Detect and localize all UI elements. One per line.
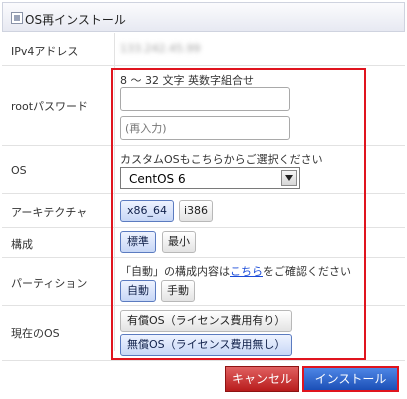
current-os-option-paid[interactable]: 有償OS（ライセンス費用有り） xyxy=(120,310,292,332)
configuration-label: 構成 xyxy=(11,238,33,251)
dialog-title: OS再インストール xyxy=(25,13,126,27)
ipv4-label: IPv4アドレス xyxy=(11,45,79,58)
root-password-confirm-input[interactable] xyxy=(120,116,290,140)
partition-hint-suffix: をご確認ください xyxy=(263,265,351,278)
config-option-minimal[interactable]: 最小 xyxy=(162,231,196,253)
ipv4-value: 133.242.45.99 xyxy=(120,42,201,55)
arch-option-i386[interactable]: i386 xyxy=(179,200,213,222)
install-button[interactable]: インストール xyxy=(302,366,399,392)
current-os-label: 現在のOS xyxy=(11,327,60,340)
password-hint: 8 ～ 32 文字 英数字組合せ xyxy=(120,74,254,87)
partition-label: パーティション xyxy=(11,277,88,290)
root-password-label: rootパスワード xyxy=(11,100,89,113)
partition-option-auto[interactable]: 自動 xyxy=(120,280,156,302)
cancel-button[interactable]: キャンセル xyxy=(225,366,299,392)
arch-option-x86-64[interactable]: x86_64 xyxy=(120,200,174,222)
os-select[interactable]: CentOS 6 xyxy=(120,167,300,189)
settings-icon xyxy=(11,12,23,24)
partition-hint-prefix: 「自動」の構成内容は xyxy=(120,265,230,278)
current-os-option-free[interactable]: 無償OS（ライセンス費用無し） xyxy=(120,334,292,356)
architecture-label: アーキテクチャ xyxy=(11,206,88,219)
partition-hint: 「自動」の構成内容はこちらをご確認ください xyxy=(120,263,351,279)
os-label: OS xyxy=(11,164,27,177)
row-divider xyxy=(2,360,405,361)
partition-details-link[interactable]: こちら xyxy=(230,265,263,278)
row-divider xyxy=(2,65,405,66)
root-password-input[interactable] xyxy=(120,87,290,111)
dialog-header: OS再インストール xyxy=(2,2,405,32)
chevron-down-icon[interactable] xyxy=(281,170,297,186)
config-option-standard[interactable]: 標準 xyxy=(120,231,156,253)
os-select-value: CentOS 6 xyxy=(129,172,186,186)
os-hint: カスタムOSもこちらからご選択ください xyxy=(120,153,323,166)
partition-option-manual[interactable]: 手動 xyxy=(161,280,195,302)
